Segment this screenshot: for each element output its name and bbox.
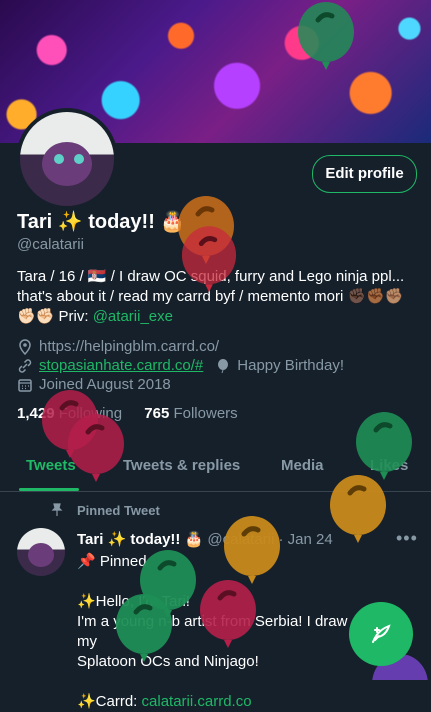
bio-line-3: ✊🏻✊🏻 Priv: @atarii_exe (17, 307, 417, 327)
birthday-text: Happy Birthday! (237, 357, 345, 374)
priv-account-link[interactable]: @atarii_exe (93, 308, 173, 325)
profile-handle: @calatarii (17, 236, 84, 253)
tweet-author-avatar[interactable] (17, 528, 65, 576)
compose-icon (372, 624, 391, 643)
profile-display-name: Tari ✨ today!! 🎂 (17, 211, 186, 233)
avatar-face (28, 543, 54, 567)
followers-label: Followers (173, 405, 238, 422)
bio-line-3-prefix: ✊🏻✊🏻 Priv: (17, 308, 93, 325)
balloon-orange-3 (224, 516, 280, 584)
profile-link[interactable]: stopasianhate.carrd.co/# (39, 357, 203, 374)
tweet-author-name[interactable]: Tari ✨ today!! 🎂 (77, 531, 203, 548)
link-icon (18, 358, 32, 373)
active-tab-indicator (19, 488, 79, 491)
profile-avatar[interactable] (16, 108, 118, 210)
tab-media[interactable]: Media (281, 457, 324, 474)
followers-count: 765 (144, 405, 170, 422)
link-birthday-row: stopasianhate.carrd.co/# Happy Birthday! (17, 357, 344, 374)
website-row: https://helpingblm.carrd.co/ (17, 338, 219, 355)
more-icon[interactable]: ••• (396, 528, 418, 549)
pin-icon (51, 503, 63, 516)
avatar-eye-left (54, 154, 64, 164)
balloon-red-4 (200, 580, 256, 648)
tweet-line-5: ✨Carrd: calatarii.carrd.co (77, 692, 417, 712)
pinned-tweet-label: Pinned Tweet (77, 503, 160, 518)
avatar-face (42, 142, 92, 186)
balloon-green-1 (298, 2, 354, 70)
tweet-date: · Jan 24 (278, 531, 333, 548)
balloon-green-4 (116, 594, 172, 662)
carrd-prefix: ✨Carrd: (77, 693, 142, 710)
followers-stat[interactable]: 765 Followers (144, 405, 237, 422)
calendar-icon (18, 378, 32, 392)
carrd-link[interactable]: calatarii.carrd.co (142, 693, 252, 710)
tweet-header: Tari ✨ today!! 🎂 @calatarii · Jan 24 (77, 530, 333, 548)
tab-tweets-replies[interactable]: Tweets & replies (123, 457, 240, 474)
balloon-red-3 (68, 414, 124, 482)
compose-tweet-button[interactable] (349, 602, 413, 666)
website-text[interactable]: https://helpingblm.carrd.co/ (39, 338, 219, 355)
location-icon (19, 338, 31, 355)
balloon-orange-2 (330, 475, 386, 543)
balloon-red-1 (181, 226, 237, 292)
balloon-icon (218, 358, 229, 373)
edit-profile-button[interactable]: Edit profile (312, 155, 417, 193)
avatar-eye-right (74, 154, 84, 164)
